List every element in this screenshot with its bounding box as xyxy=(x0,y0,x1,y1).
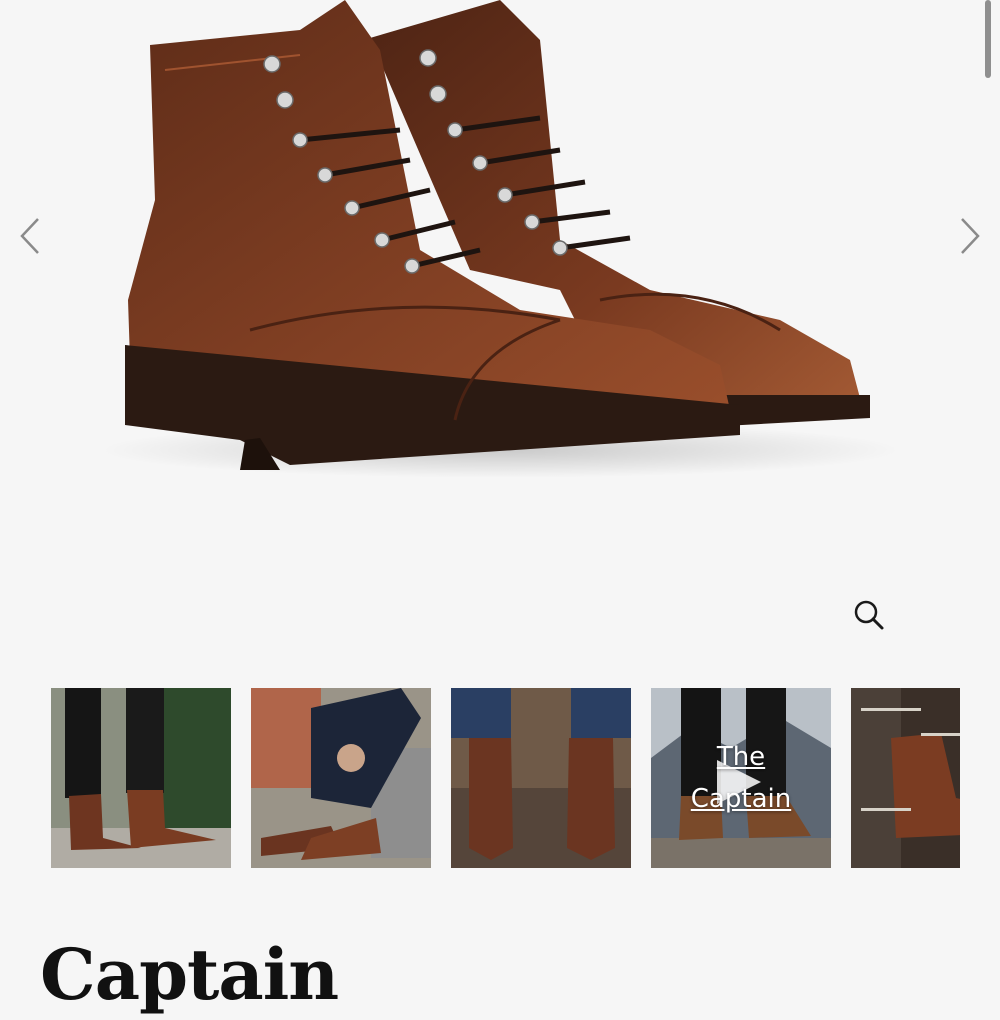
thumbnail-3[interactable] xyxy=(451,688,631,868)
thumbnail-image xyxy=(251,688,431,868)
product-hero-image xyxy=(0,0,1000,560)
magnifier-icon xyxy=(854,600,884,630)
thumbnail-image xyxy=(451,688,631,868)
thumbnail-strip: The Captain xyxy=(51,688,960,868)
product-title: Captain xyxy=(40,933,339,1016)
video-label: The Captain xyxy=(690,742,792,814)
thumbnail-5[interactable] xyxy=(851,688,960,868)
thumbnail-image xyxy=(851,688,960,868)
chevron-right-icon xyxy=(961,218,980,254)
thumbnail-1[interactable] xyxy=(51,688,231,868)
thumbnail-video[interactable]: The Captain xyxy=(651,688,831,868)
zoom-button[interactable] xyxy=(848,594,890,636)
thumbnail-2[interactable] xyxy=(251,688,431,868)
thumbnail-image xyxy=(51,688,231,868)
gallery-next-button[interactable] xyxy=(950,214,990,258)
chevron-left-icon xyxy=(20,218,39,254)
gallery-prev-button[interactable] xyxy=(10,214,50,258)
